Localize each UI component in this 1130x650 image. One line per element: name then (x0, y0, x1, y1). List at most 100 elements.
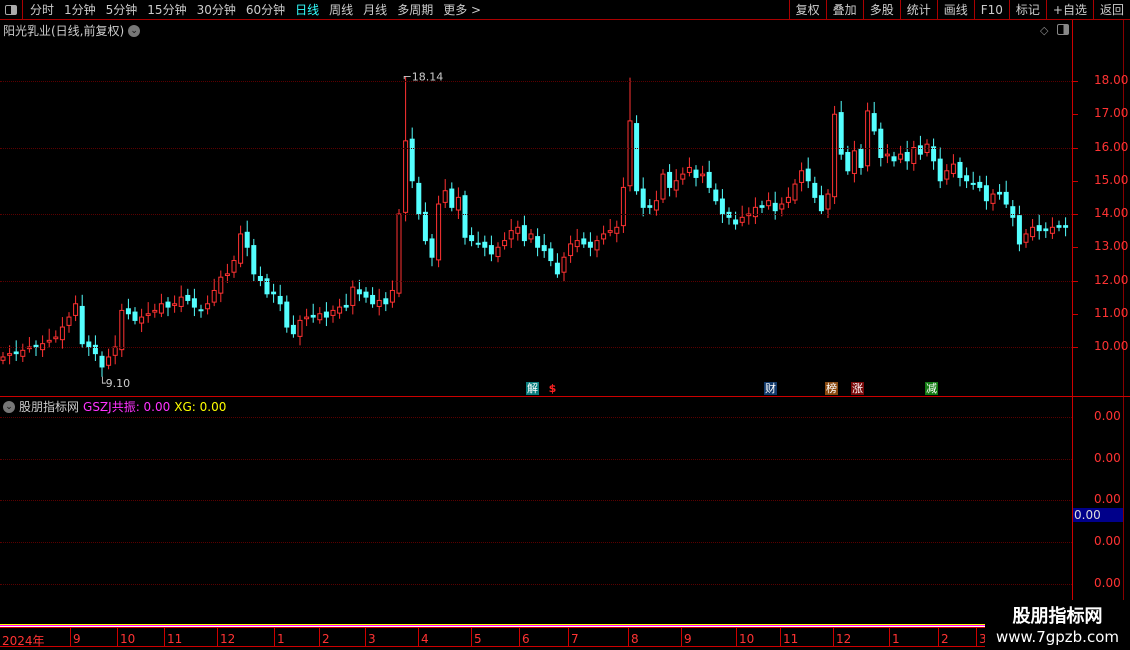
candle-body[interactable] (799, 170, 805, 183)
candle-body[interactable] (581, 238, 587, 245)
candle-body[interactable] (310, 314, 316, 318)
candle-body[interactable] (139, 316, 145, 324)
candle-body[interactable] (13, 351, 19, 355)
candle-body[interactable] (502, 240, 508, 247)
candle-body[interactable] (231, 260, 237, 273)
candle-body[interactable] (284, 301, 290, 328)
candle-body[interactable] (700, 173, 706, 177)
toolbar-button[interactable]: 叠加 (825, 0, 863, 20)
candle-body[interactable] (7, 353, 13, 356)
candle-body[interactable] (548, 248, 554, 262)
candle-body[interactable] (1030, 226, 1036, 238)
candle-body[interactable] (541, 245, 547, 252)
candle-body[interactable] (614, 226, 620, 234)
candle-body[interactable] (66, 316, 72, 326)
candle-body[interactable] (785, 196, 791, 203)
candle-body[interactable] (416, 182, 422, 215)
candle-body[interactable] (634, 123, 640, 192)
candle-body[interactable] (337, 306, 343, 314)
candle-body[interactable] (1010, 206, 1016, 218)
candle-body[interactable] (1043, 228, 1049, 232)
candle-body[interactable] (1036, 225, 1042, 232)
candle-body[interactable] (73, 303, 79, 316)
candle-body[interactable] (898, 153, 904, 160)
candle-body[interactable] (59, 326, 65, 341)
candle-body[interactable] (449, 188, 455, 208)
signal-marker[interactable]: 解 (526, 382, 539, 395)
tab-period[interactable]: 60分钟 (242, 0, 291, 19)
candle-body[interactable] (792, 183, 798, 201)
candle-body[interactable] (964, 175, 970, 182)
tab-period[interactable]: 15分钟 (143, 0, 192, 19)
candle-body[interactable] (198, 309, 204, 312)
candle-body[interactable] (904, 151, 910, 162)
candle-body[interactable] (627, 120, 633, 187)
candle-body[interactable] (871, 113, 877, 132)
candle-body[interactable] (667, 171, 673, 188)
candle-body[interactable] (119, 309, 125, 351)
candle-body[interactable] (825, 193, 831, 210)
candle-body[interactable] (290, 324, 296, 335)
candle-body[interactable] (244, 231, 250, 248)
toolbar-button[interactable]: F10 (973, 0, 1009, 20)
candle-body[interactable] (429, 238, 435, 258)
candle-body[interactable] (970, 182, 976, 185)
candle-body[interactable] (878, 128, 884, 158)
candle-body[interactable] (535, 236, 541, 248)
toolbar-button[interactable]: 返回 (1092, 0, 1130, 20)
candle-body[interactable] (1063, 225, 1069, 228)
candle-body[interactable] (330, 309, 336, 316)
candle-body[interactable] (858, 148, 864, 168)
candle-body[interactable] (1049, 226, 1055, 234)
candle-body[interactable] (145, 313, 151, 316)
candle-body[interactable] (752, 206, 758, 218)
candle-body[interactable] (178, 296, 184, 307)
candle-body[interactable] (983, 185, 989, 202)
tab-period[interactable]: 日线 (291, 0, 325, 19)
tab-period[interactable]: 多周期 (393, 0, 439, 19)
candle-body[interactable] (224, 273, 230, 277)
candle-body[interactable] (759, 205, 765, 208)
tab-period[interactable]: 30分钟 (193, 0, 242, 19)
candle-body[interactable] (865, 110, 871, 167)
candle-body[interactable] (561, 256, 567, 273)
candle-body[interactable] (297, 319, 303, 337)
candle-body[interactable] (719, 198, 725, 215)
candle-body[interactable] (805, 168, 811, 182)
candle-body[interactable] (911, 147, 917, 164)
tab-period[interactable]: 月线 (359, 0, 393, 19)
candlestick-chart[interactable]: ⌐18.14└9.10 (0, 36, 1072, 394)
candle-body[interactable] (205, 303, 211, 310)
candle-body[interactable] (482, 241, 488, 248)
candle-body[interactable] (521, 225, 527, 242)
candle-body[interactable] (1003, 191, 1009, 205)
candle-body[interactable] (640, 188, 646, 208)
candle-body[interactable] (647, 205, 653, 208)
candle-body[interactable] (693, 169, 699, 178)
candle-body[interactable] (845, 151, 851, 172)
candle-body[interactable] (370, 294, 376, 305)
candle-body[interactable] (620, 186, 626, 227)
candle-body[interactable] (1056, 225, 1062, 228)
signal-marker[interactable]: 财 (764, 382, 777, 395)
candle-body[interactable] (739, 216, 745, 223)
candle-body[interactable] (997, 191, 1003, 195)
candle-body[interactable] (766, 200, 772, 207)
toolbar-button[interactable]: 复权 (788, 0, 826, 20)
candle-body[interactable] (350, 286, 356, 306)
candle-body[interactable] (818, 195, 824, 212)
candle-body[interactable] (1023, 233, 1029, 243)
candle-body[interactable] (990, 193, 996, 204)
candle-body[interactable] (607, 230, 613, 233)
candle-body[interactable] (271, 291, 277, 295)
candle-body[interactable] (469, 235, 475, 242)
toolbar-button[interactable]: 标记 (1008, 0, 1046, 20)
candle-body[interactable] (528, 233, 534, 240)
candle-body[interactable] (211, 289, 217, 303)
candle-body[interactable] (112, 346, 118, 356)
candle-body[interactable] (363, 291, 369, 298)
candle-body[interactable] (713, 189, 719, 202)
candle-body[interactable] (832, 113, 838, 198)
tab-period[interactable]: 周线 (325, 0, 359, 19)
candle-body[interactable] (673, 180, 679, 191)
